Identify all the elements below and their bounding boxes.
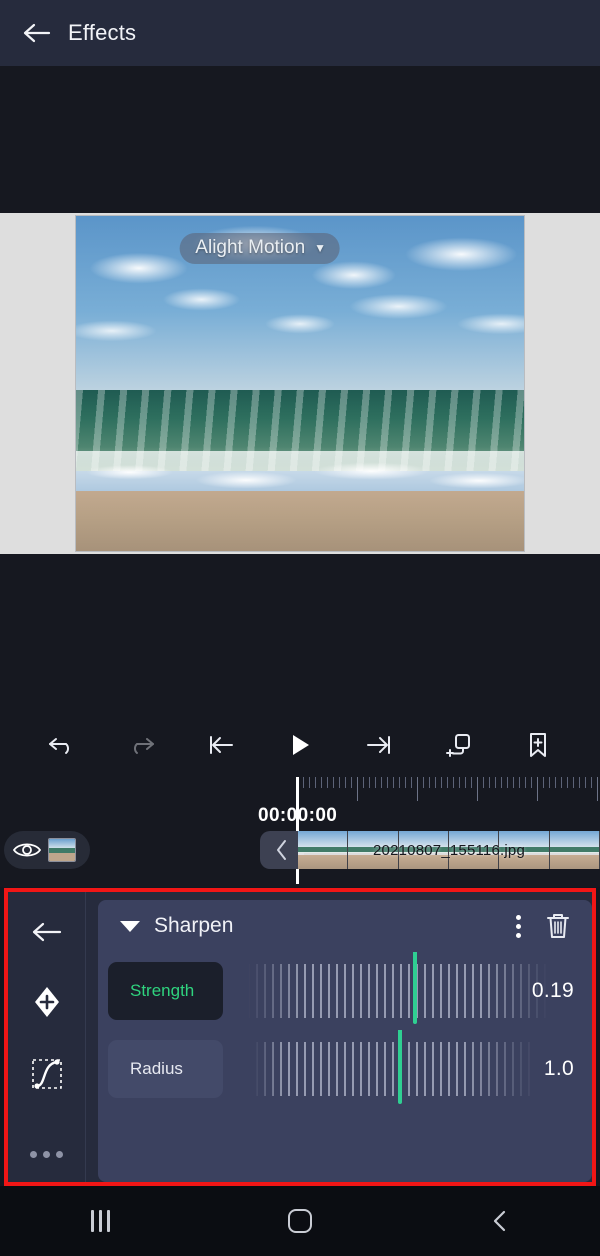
watermark-badge[interactable]: Alight Motion ▼ [179, 233, 340, 264]
rail-more-button[interactable] [30, 1151, 63, 1158]
parameter-row-strength: Strength 0.19 [98, 952, 592, 1030]
header-back-button[interactable] [14, 10, 60, 56]
parameter-row-radius: Radius 1.0 [98, 1030, 592, 1108]
skip-end-icon [364, 733, 394, 757]
parameter-label-strength[interactable]: Strength [108, 962, 223, 1020]
effect-rail [8, 892, 86, 1182]
preview-sand [76, 491, 524, 551]
skip-to-end-button[interactable] [357, 723, 401, 767]
header-spacer [0, 66, 600, 213]
parameter-slider-strength[interactable] [248, 952, 548, 1030]
parameter-slider-radius[interactable] [248, 1030, 548, 1108]
effect-menu-button[interactable] [498, 906, 538, 946]
keyframe-add-icon [32, 985, 62, 1019]
more-vertical-icon [516, 915, 521, 938]
preview-canvas[interactable]: Alight Motion ▼ [75, 215, 525, 552]
effect-panel-highlight: Sharpen Strength [4, 888, 596, 1186]
home-icon [288, 1209, 312, 1233]
parameter-label-radius[interactable]: Radius [108, 1040, 223, 1098]
slider-needle[interactable] [398, 1030, 402, 1104]
rail-back-button[interactable] [19, 904, 75, 960]
timeline-ruler-major-ticks [297, 777, 600, 805]
add-layer-icon [444, 732, 474, 758]
app-header: Effects [0, 0, 600, 66]
skip-to-start-button[interactable] [199, 723, 243, 767]
clip-name-label: 20210807_155116.jpg [298, 831, 600, 869]
more-dot [43, 1151, 50, 1158]
nav-back-button[interactable] [465, 1198, 535, 1244]
thumb-sky [49, 839, 75, 848]
effect-delete-button[interactable] [538, 906, 578, 946]
eye-icon[interactable] [12, 840, 42, 860]
slider-ticks [248, 964, 548, 1018]
rail-easing-button[interactable] [19, 1046, 75, 1102]
more-dot [30, 1151, 37, 1158]
undo-icon [47, 733, 77, 757]
playback-toolbar [0, 712, 600, 777]
trash-icon [545, 911, 571, 941]
effect-name: Sharpen [154, 914, 498, 938]
page-title: Effects [68, 20, 136, 46]
bookmark-add-icon [526, 731, 550, 759]
recents-icon [91, 1210, 110, 1232]
nav-home-button[interactable] [265, 1198, 335, 1244]
redo-icon [126, 733, 156, 757]
parameter-value-radius: 1.0 [544, 1057, 574, 1081]
easing-curve-icon [28, 1055, 66, 1093]
thumb-sand [49, 853, 75, 861]
play-button[interactable] [278, 723, 322, 767]
skip-start-icon [206, 733, 236, 757]
redo-button[interactable] [119, 723, 163, 767]
more-dot [56, 1151, 63, 1158]
play-icon [286, 732, 314, 758]
sharpen-effect-panel: Sharpen Strength [98, 900, 592, 1182]
layer-controls[interactable] [4, 831, 90, 869]
parameter-value-strength: 0.19 [532, 979, 574, 1003]
add-layer-button[interactable] [437, 723, 481, 767]
watermark-label: Alight Motion [195, 237, 305, 259]
layer-thumbnail[interactable] [48, 838, 76, 862]
back-icon [489, 1208, 511, 1234]
app-root: Effects Alight Motion ▼ [0, 0, 600, 1256]
rail-keyframe-button[interactable] [19, 974, 75, 1030]
caret-down-icon[interactable] [120, 921, 140, 932]
arrow-left-icon [30, 919, 64, 945]
bookmark-button[interactable] [516, 723, 560, 767]
canvas-spacer [0, 554, 600, 712]
chevron-down-icon: ▼ [314, 242, 326, 254]
chevron-left-icon [274, 838, 290, 862]
slider-needle[interactable] [413, 952, 417, 1024]
nav-recents-button[interactable] [65, 1198, 135, 1244]
effect-panel-header: Sharpen [98, 900, 592, 952]
undo-button[interactable] [40, 723, 84, 767]
arrow-left-icon [22, 21, 52, 45]
android-navigation-bar [0, 1186, 600, 1256]
